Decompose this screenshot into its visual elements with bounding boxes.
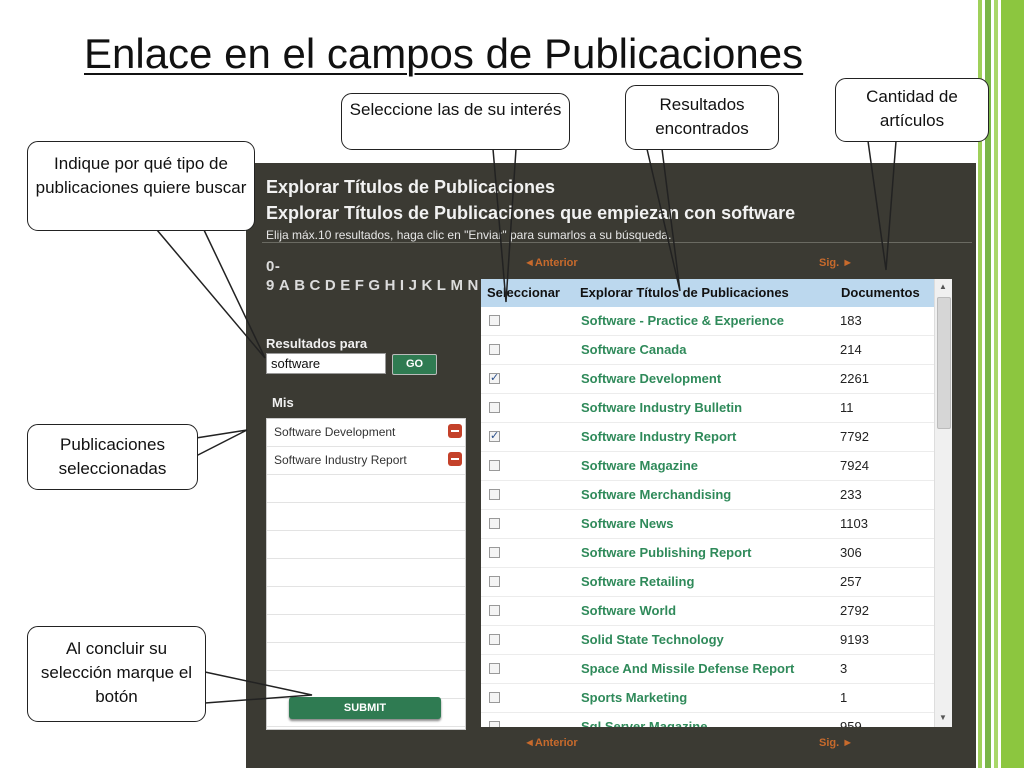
callout-seleccione: Seleccione las de su interés bbox=[341, 93, 570, 150]
callout-indique: Indique por qué tipo de publicaciones qu… bbox=[27, 141, 255, 231]
callout-publicaciones: Publicaciones seleccionadas bbox=[27, 424, 198, 490]
callout-cantidad: Cantidad de artículos bbox=[835, 78, 989, 142]
callout-resultados: Resultados encontrados bbox=[625, 85, 779, 150]
callout-concluir: Al concluir su selección marque el botón bbox=[27, 626, 206, 722]
